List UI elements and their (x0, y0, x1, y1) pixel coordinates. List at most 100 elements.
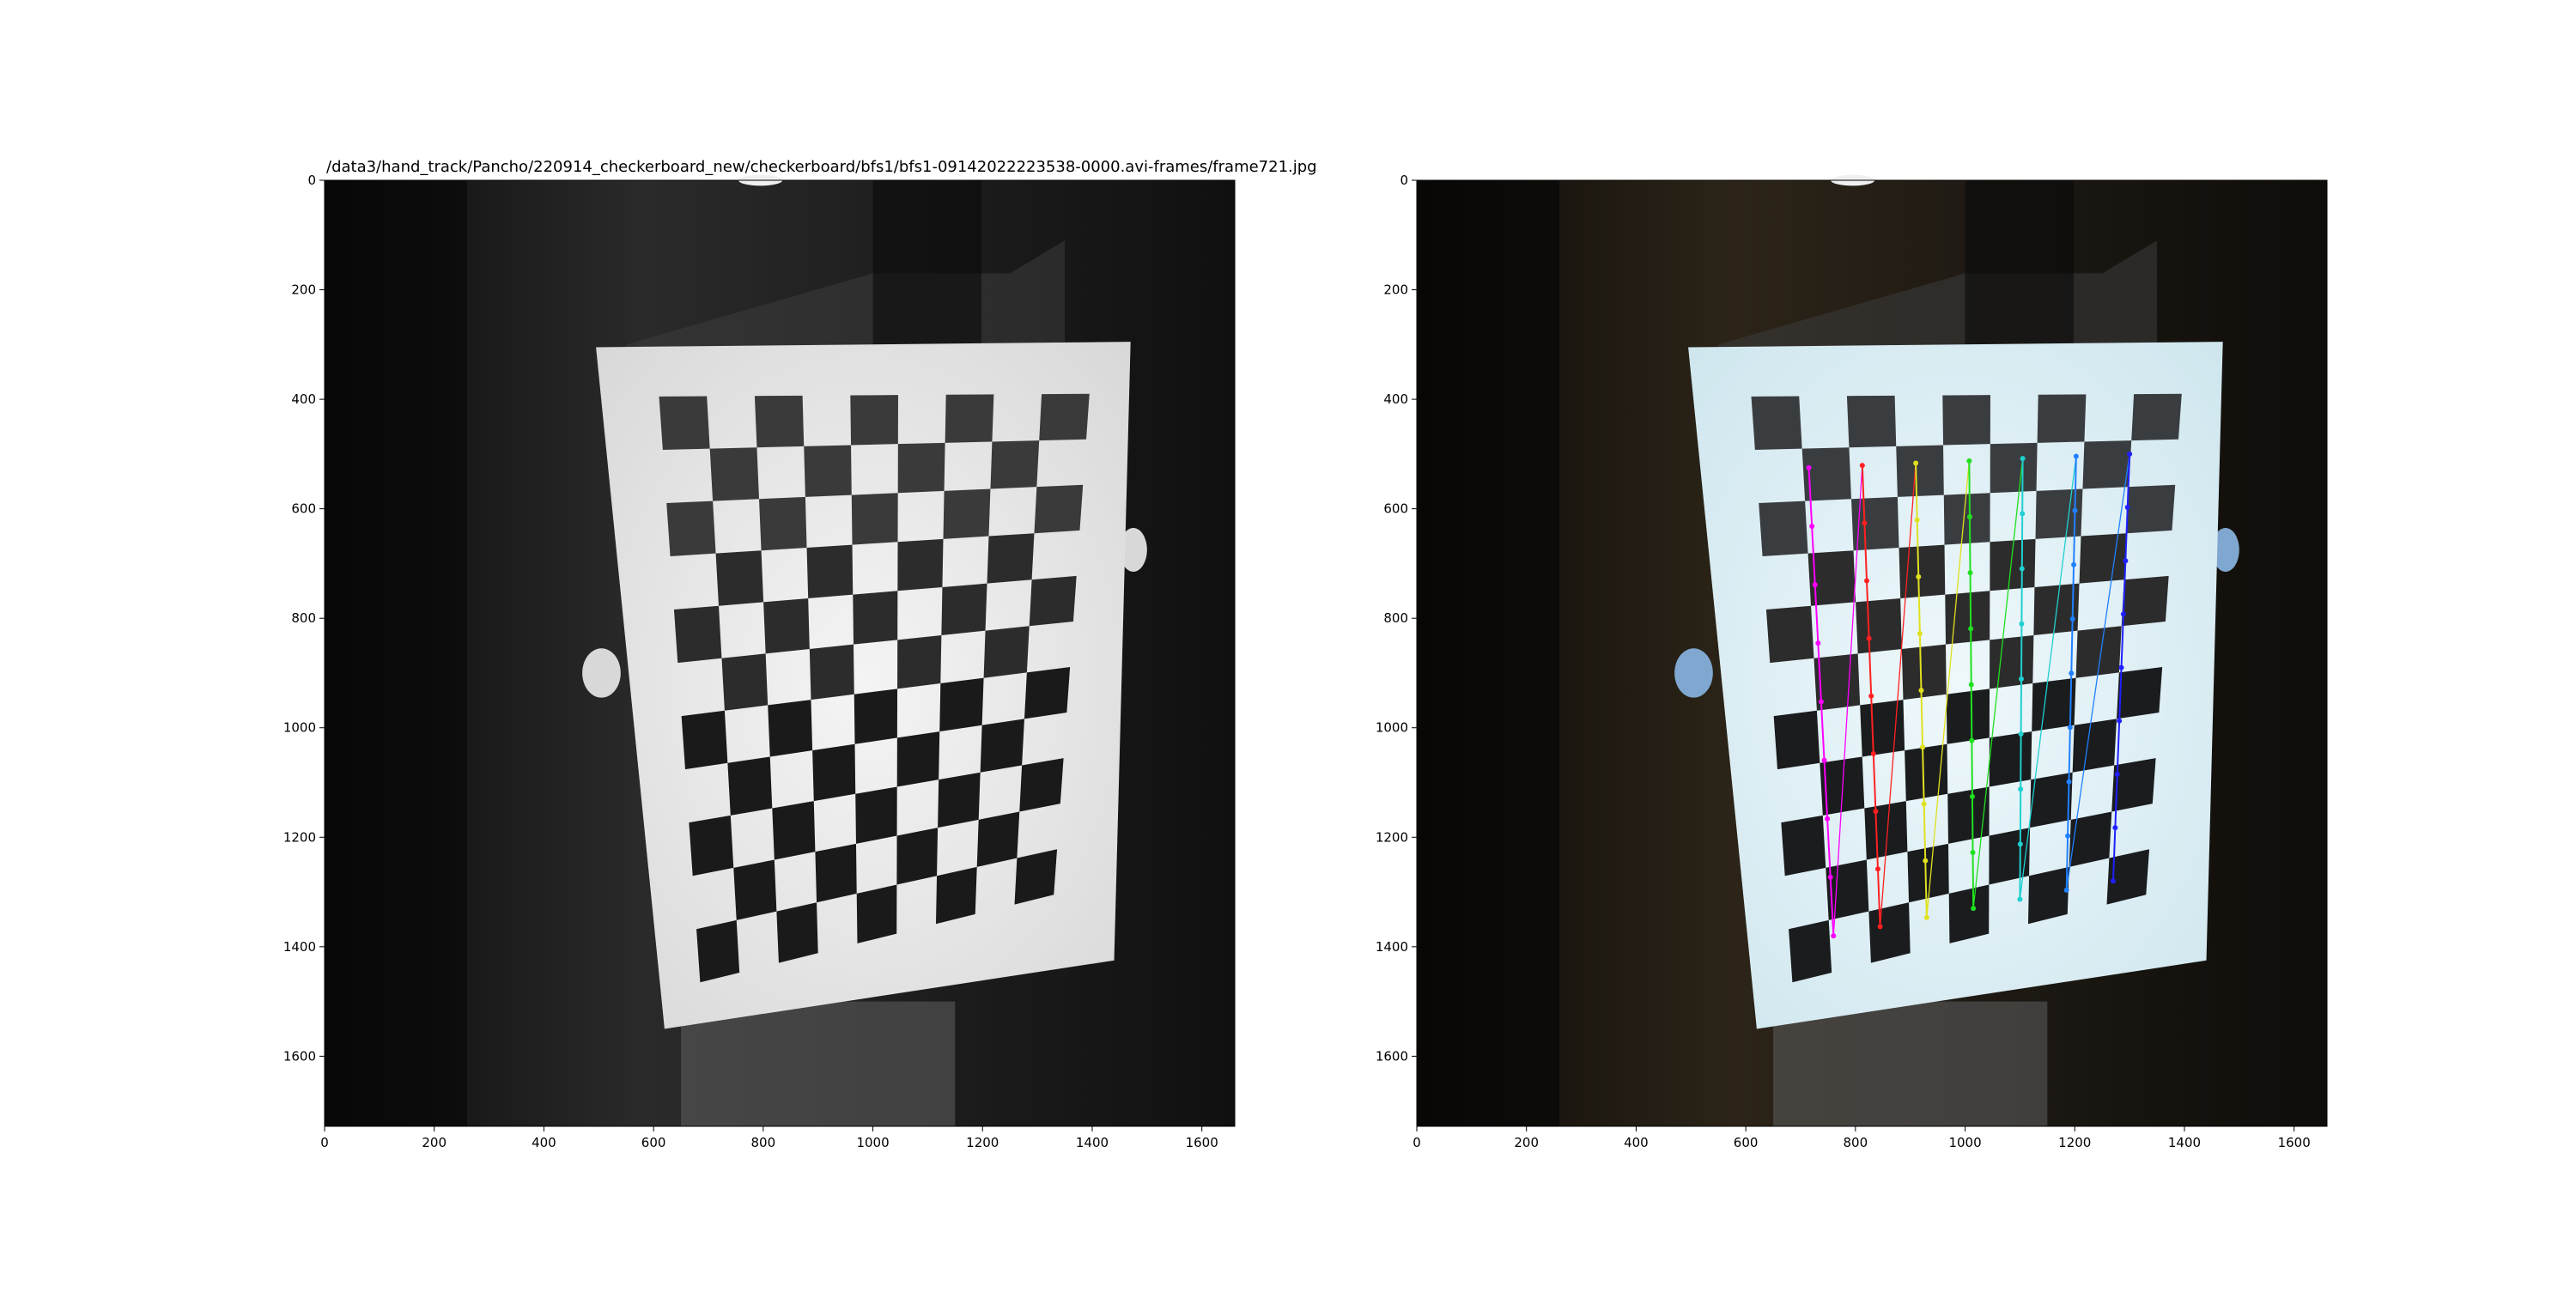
corner-point (2017, 841, 2023, 847)
corner-point (1920, 744, 1926, 750)
x-tick-label: 0 (320, 1135, 329, 1150)
left-panel-title: /data3/hand_track/Pancho/220914_checkerb… (326, 158, 1317, 176)
corner-point (1812, 582, 1818, 588)
checker-square (1034, 484, 1084, 534)
x-tick-label: 200 (1514, 1135, 1539, 1150)
grayscale-camera-frame (325, 174, 1235, 1126)
corner-point (1916, 573, 1922, 579)
checker-square (666, 500, 716, 557)
corner-point (1918, 688, 1924, 694)
checker-square (1039, 393, 1090, 441)
checker-square (990, 440, 1040, 489)
corner-point (1809, 523, 1815, 529)
y-tick-label: 1400 (283, 939, 316, 955)
x-tick-label: 200 (422, 1135, 447, 1150)
corner-point (2019, 621, 2025, 627)
y-tick-label: 400 (291, 391, 316, 407)
corner-point (2123, 558, 2129, 564)
checker-square (2082, 440, 2132, 489)
x-tick-label: 0 (1413, 1135, 1421, 1150)
checker-square (809, 644, 854, 701)
person-legs (1773, 1001, 2048, 1126)
corner-point (1921, 801, 1927, 807)
checker-square (1945, 591, 1990, 645)
checker-square (1905, 743, 1948, 802)
y-tick-label: 0 (1400, 173, 1408, 188)
checker-square (1896, 445, 1944, 497)
checker-square (976, 811, 1020, 867)
left-x-axis: 0 200 400 600 800 1000 1200 1400 1600 (320, 1126, 1218, 1150)
y-tick-label: 600 (1383, 501, 1408, 517)
y-tick-label: 800 (1383, 610, 1408, 626)
checker-square (2126, 484, 2176, 534)
checker-square (2072, 719, 2117, 773)
corner-point (2067, 725, 2073, 731)
checker-square (759, 496, 807, 551)
person-legs (681, 1001, 956, 1126)
checker-square (772, 801, 816, 860)
corner-point (2018, 786, 2024, 792)
right-y-axis: 0 200 400 600 800 1000 1200 1400 1600 (1376, 173, 1417, 1064)
left-image-panel: /data3/hand_track/Pancho/220914_checkerb… (283, 158, 1317, 1150)
corner-point (2120, 611, 2126, 617)
corner-point (1870, 750, 1876, 756)
checker-square (854, 688, 898, 744)
y-tick-label: 1200 (283, 829, 316, 845)
corner-point (1873, 809, 1879, 815)
checker-square (763, 597, 810, 654)
x-tick-label: 1600 (2278, 1135, 2311, 1150)
checker-square (1773, 710, 1820, 770)
checker-square (1759, 500, 1808, 557)
y-tick-label: 1000 (283, 720, 316, 736)
checker-square (850, 395, 898, 446)
checker-square (897, 634, 942, 689)
checker-square (1946, 688, 1990, 744)
checker-square (2037, 394, 2087, 443)
dark-panel (872, 180, 981, 345)
corner-point (1866, 635, 1872, 641)
x-tick-label: 400 (532, 1135, 556, 1150)
checker-square (673, 605, 722, 664)
left-y-axis: 0 200 400 600 800 1000 1200 1400 1600 (283, 173, 325, 1064)
checker-square (2121, 575, 2169, 627)
dark-edge-region (1417, 180, 1560, 1126)
figure: /data3/hand_track/Pancho/220914_checkerb… (283, 158, 2328, 1150)
corner-point (1862, 520, 1868, 526)
checker-square (941, 583, 987, 635)
y-tick-label: 1600 (1376, 1048, 1408, 1064)
corner-point (1914, 517, 1920, 523)
corner-point (1968, 682, 1974, 688)
checker-square (1019, 758, 1064, 812)
corner-point (1874, 866, 1880, 872)
checker-square (1846, 395, 1897, 448)
checker-square (754, 395, 805, 448)
checker-square (2069, 811, 2112, 867)
checker-square (1024, 667, 1071, 719)
corner-point (1966, 458, 1972, 464)
checker-square (945, 394, 994, 443)
checker-square (1029, 575, 1077, 627)
corner-point (2118, 664, 2124, 670)
corner-point (2019, 676, 2025, 682)
corner-point (1969, 793, 1975, 799)
x-tick-label: 1400 (1076, 1135, 1109, 1150)
corner-point (2127, 451, 2133, 457)
checker-square (659, 396, 710, 450)
y-tick-label: 400 (1383, 391, 1408, 407)
checker-square (806, 544, 854, 598)
checker-square (1990, 634, 2034, 689)
corner-point (1806, 464, 1812, 470)
y-tick-label: 1000 (1376, 720, 1408, 736)
corner-point (2071, 561, 2077, 567)
checker-square (721, 653, 769, 711)
dark-edge-region (325, 180, 468, 1126)
x-tick-label: 1200 (2058, 1135, 2091, 1150)
y-tick-label: 1400 (1376, 939, 1408, 955)
dark-panel (1965, 180, 2074, 345)
checker-square (1989, 731, 2032, 787)
left-hand (1674, 648, 1713, 698)
checker-square (696, 919, 740, 983)
x-tick-label: 600 (1734, 1135, 1759, 1150)
checker-square (2116, 667, 2163, 719)
corner-point (1970, 850, 1976, 856)
